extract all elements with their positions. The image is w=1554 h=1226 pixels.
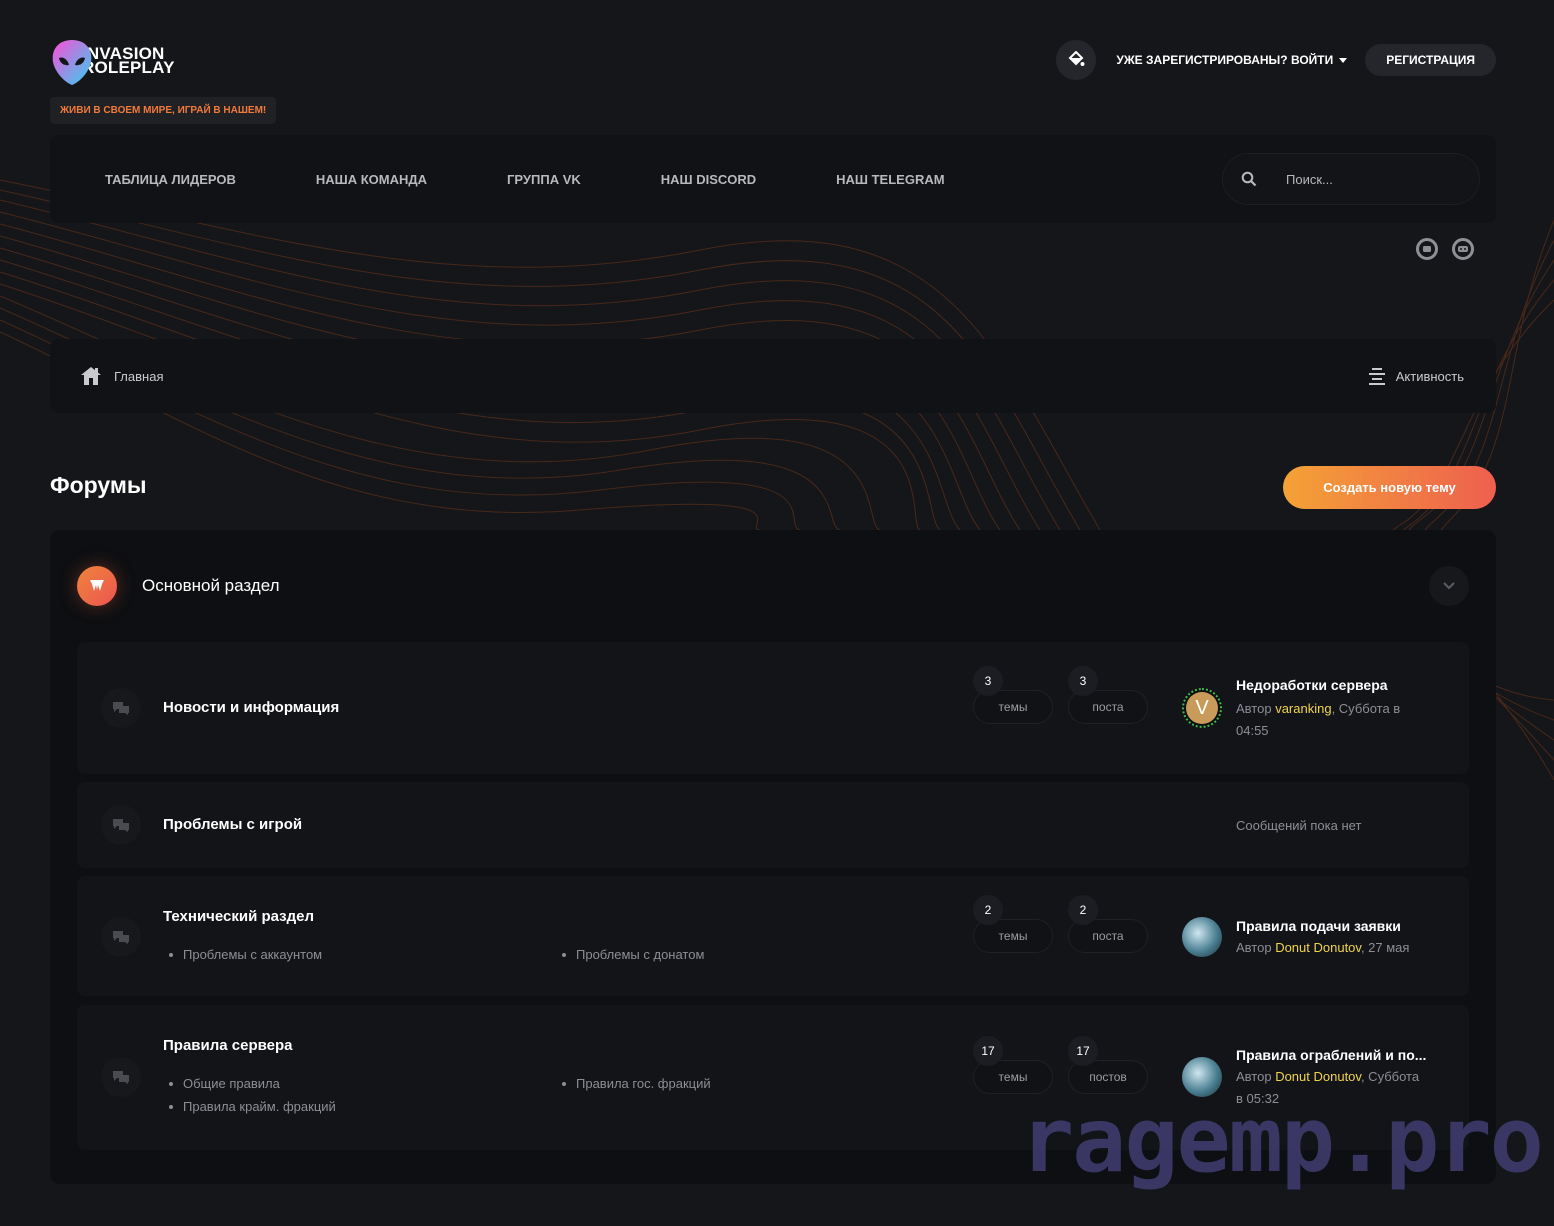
last-post-author[interactable]: Donut Donutov [1275, 1069, 1361, 1084]
last-post-meta: Автор Donut Donutov, 27 мая [1236, 937, 1476, 959]
topics-count: 2 [973, 895, 1003, 925]
category-title: Основной раздел [142, 576, 280, 595]
subforum-link[interactable]: Проблемы с аккаунтом [169, 947, 322, 962]
last-post-meta: Автор varanking, Суббота в 04:55 [1236, 698, 1426, 742]
nav-item-leaderboard[interactable]: ТАБЛИЦА ЛИДЕРОВ [105, 172, 236, 187]
last-post-prefix: Автор [1236, 701, 1272, 716]
nav-item-vk[interactable]: ГРУППА VK [507, 172, 581, 187]
paint-bucket-icon [1068, 51, 1085, 66]
nav-item-team[interactable]: НАША КОМАНДА [316, 172, 427, 187]
forum-category: Основной раздел Новости и информация тем… [50, 530, 1496, 1184]
theme-switch-button[interactable] [1056, 40, 1097, 80]
user-bar: УЖЕ ЗАРЕГИСТРИРОВАНЫ? ВОЙТИ РЕГИСТРАЦИЯ [1056, 40, 1496, 80]
activity-icon [1368, 368, 1385, 385]
youtube-icon[interactable] [1416, 238, 1438, 260]
forum-row[interactable]: Технический раздел Проблемы с аккаунтом … [77, 876, 1469, 996]
watermark: ragemp.pro [1020, 1088, 1544, 1193]
logo-line-2: ROLEPLAY [82, 58, 175, 77]
last-post-title[interactable]: Недоработки сервера [1236, 677, 1388, 693]
forum-title[interactable]: Проблемы с игрой [163, 816, 302, 833]
avatar[interactable] [1182, 917, 1222, 957]
chat-bubbles-icon [101, 917, 141, 957]
no-posts-text: Сообщений пока нет [1236, 818, 1362, 833]
search-icon[interactable] [1241, 171, 1257, 187]
category-icon [77, 566, 117, 606]
social-links [1402, 238, 1474, 260]
site-logo[interactable]: INVASION ROLEPLAY [50, 34, 175, 88]
chat-bubbles-icon [101, 805, 141, 845]
search-input[interactable] [1286, 171, 1446, 187]
posts-stat: поста 3 [1068, 666, 1148, 724]
posts-count: 17 [1068, 1036, 1098, 1066]
forum-title[interactable]: Правила сервера [163, 1037, 293, 1054]
last-post-title[interactable]: Правила ограблений и по... [1236, 1047, 1426, 1063]
subforum-link[interactable]: Правила гос. фракций [562, 1076, 711, 1091]
forum-row[interactable]: Новости и информация темы 3 поста 3 V Не… [77, 642, 1469, 774]
forum-row[interactable]: Проблемы с игрой Сообщений пока нет [77, 782, 1469, 868]
chat-bubbles-icon [101, 688, 141, 728]
subforum-link[interactable]: Правила крайм. фракций [169, 1099, 336, 1114]
create-topic-button[interactable]: Создать новую тему [1283, 466, 1496, 509]
site-slogan: ЖИВИ В СВОЕМ МИРЕ, ИГРАЙ В НАШЕМ! [50, 97, 277, 124]
search-box [1222, 153, 1480, 205]
last-post-prefix: Автор [1236, 1069, 1272, 1084]
nav-item-discord[interactable]: НАШ DISCORD [661, 172, 756, 187]
main-navigation: ТАБЛИЦА ЛИДЕРОВ НАША КОМАНДА ГРУППА VK Н… [50, 135, 1496, 223]
subforum-link[interactable]: Проблемы с донатом [562, 947, 704, 962]
last-post-time: , 27 мая [1360, 940, 1410, 955]
breadcrumb: Главная Активность [50, 339, 1496, 413]
forum-title[interactable]: Новости и информация [163, 699, 339, 716]
activity-label: Активность [1395, 368, 1464, 384]
topics-stat: темы 3 [973, 666, 1053, 724]
topics-stat: темы 2 [973, 895, 1053, 953]
collapse-toggle[interactable] [1429, 566, 1469, 606]
discord-icon[interactable] [1452, 238, 1474, 260]
caret-down-icon [1339, 57, 1348, 63]
page-title: Форумы [50, 472, 147, 498]
home-icon [81, 367, 101, 385]
avatar[interactable]: V [1182, 688, 1222, 728]
category-header[interactable]: Основной раздел [77, 566, 280, 606]
forum-title[interactable]: Технический раздел [163, 908, 314, 925]
last-post-title[interactable]: Правила подачи заявки [1236, 918, 1401, 934]
subforum-link[interactable]: Общие правила [169, 1076, 280, 1091]
activity-link[interactable]: Активность [1368, 339, 1464, 413]
posts-stat: поста 2 [1068, 895, 1148, 953]
breadcrumb-home[interactable]: Главная [80, 339, 163, 413]
breadcrumb-home-label: Главная [114, 368, 164, 384]
chevron-down-icon [1443, 582, 1455, 590]
alien-logo-icon [50, 38, 92, 85]
posts-count: 3 [1068, 666, 1098, 696]
topics-count: 17 [973, 1036, 1003, 1066]
signin-link[interactable]: УЖЕ ЗАРЕГИСТРИРОВАНЫ? ВОЙТИ [1116, 53, 1348, 67]
last-post-author[interactable]: varanking [1275, 701, 1331, 716]
nav-item-telegram[interactable]: НАШ TELEGRAM [836, 172, 944, 187]
avatar-letter: V [1186, 692, 1218, 724]
last-post-prefix: Автор [1236, 940, 1272, 955]
last-post-author[interactable]: Donut Donutov [1275, 940, 1361, 955]
chat-bubbles-icon [101, 1057, 141, 1097]
posts-count: 2 [1068, 895, 1098, 925]
signin-label: УЖЕ ЗАРЕГИСТРИРОВАНЫ? ВОЙТИ [1116, 53, 1334, 67]
topics-count: 3 [973, 666, 1003, 696]
register-button[interactable]: РЕГИСТРАЦИЯ [1365, 44, 1496, 76]
